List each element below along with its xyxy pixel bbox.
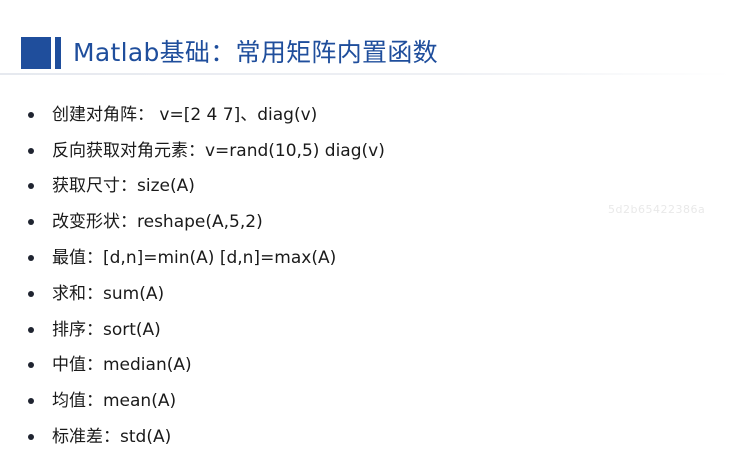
bullet-icon [28, 183, 34, 190]
watermark: 5d2b65422386a [608, 203, 706, 216]
bullet-icon [28, 362, 34, 369]
list-item-text: 均值：mean(A) [52, 391, 177, 412]
list-item-text: 最值：[d,n]=min(A) [d,n]=max(A) [52, 248, 337, 269]
list-item: 均值：mean(A) [28, 383, 588, 419]
list-item: 标准差：std(A) [28, 419, 588, 455]
bullet-icon [28, 147, 34, 154]
list-item-text: 排序：sort(A) [52, 319, 161, 340]
list-item-text: 改变形状：reshape(A,5,2) [52, 212, 263, 233]
list-item: 改变形状：reshape(A,5,2) [28, 204, 588, 240]
slide: Matlab基础：常用矩阵内置函数 5d2b65422386a 创建对角阵： v… [0, 0, 732, 476]
title-accent-stripe [55, 37, 61, 69]
title-accent-block [21, 37, 51, 69]
title-bar: Matlab基础：常用矩阵内置函数 [21, 36, 438, 70]
list-item: 排序：sort(A) [28, 312, 588, 348]
list-item-text: 反向获取对角元素：v=rand(10,5) diag(v) [52, 140, 385, 161]
list-item-text: 求和：sum(A) [52, 283, 165, 304]
bullet-icon [28, 111, 34, 118]
bullet-icon [28, 255, 34, 262]
list-item: 获取尺寸：size(A) [28, 169, 588, 205]
bullet-icon [28, 434, 34, 441]
list-item: 求和：sum(A) [28, 276, 588, 312]
list-item: 创建对角阵： v=[2 4 7]、diag(v) [28, 97, 588, 133]
list-item: 中值：median(A) [28, 348, 588, 384]
list-item-text: 标准差：std(A) [52, 427, 172, 448]
list-item: 反向获取对角元素：v=rand(10,5) diag(v) [28, 133, 588, 169]
list-item: 最值：[d,n]=min(A) [d,n]=max(A) [28, 240, 588, 276]
bullet-icon [28, 219, 34, 226]
list-item-text: 中值：median(A) [52, 355, 192, 376]
list-item-text: 获取尺寸：size(A) [52, 176, 195, 197]
bullet-list: 创建对角阵： v=[2 4 7]、diag(v) 反向获取对角元素：v=rand… [28, 97, 588, 455]
slide-title: Matlab基础：常用矩阵内置函数 [73, 38, 438, 67]
bullet-icon [28, 290, 34, 297]
bullet-icon [28, 398, 34, 405]
title-divider [0, 73, 732, 75]
list-item-text: 创建对角阵： v=[2 4 7]、diag(v) [52, 104, 318, 125]
bullet-icon [28, 326, 34, 333]
